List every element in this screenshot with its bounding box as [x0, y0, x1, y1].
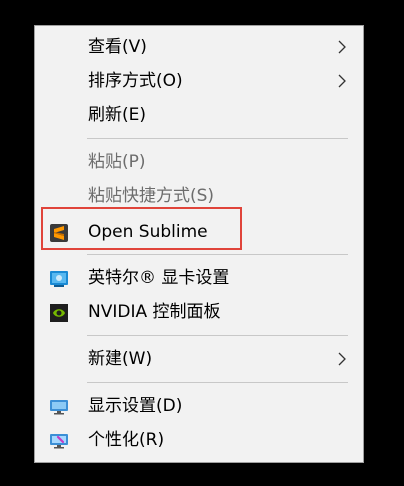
menu-item-label: 英特尔® 显卡设置: [88, 268, 230, 288]
menu-item-label: 刷新(E): [88, 105, 147, 125]
menu-item-intel-graphics[interactable]: 英特尔® 显卡设置: [35, 261, 363, 295]
menu-item-paste-shortcut[interactable]: 粘贴快捷方式(S): [35, 179, 363, 213]
menu-item-paste[interactable]: 粘贴(P): [35, 145, 363, 179]
chevron-right-icon: [338, 40, 346, 54]
menu-item-label: 显示设置(D): [88, 396, 183, 416]
menu-item-label: Open Sublime: [88, 222, 208, 242]
menu-item-label: NVIDIA 控制面板: [88, 302, 221, 322]
menu-item-nvidia-control-panel[interactable]: NVIDIA 控制面板: [35, 295, 363, 329]
menu-separator: [87, 335, 348, 336]
chevron-right-icon: [338, 74, 346, 88]
menu-item-label: 粘贴快捷方式(S): [88, 186, 215, 206]
menu-item-label: 查看(V): [88, 37, 147, 57]
menu-separator: [87, 382, 348, 383]
chevron-right-icon: [338, 352, 346, 366]
menu-separator: [87, 254, 348, 255]
intel-graphics-icon: [50, 271, 68, 287]
menu-item-open-sublime[interactable]: Open Sublime: [35, 215, 363, 249]
context-menu: 查看(V) 排序方式(O) 刷新(E) 粘贴(P) 粘贴快捷方式(S) Open…: [34, 25, 364, 463]
menu-item-label: 排序方式(O): [88, 71, 183, 91]
menu-item-refresh[interactable]: 刷新(E): [35, 98, 363, 132]
menu-item-display-settings[interactable]: 显示设置(D): [35, 389, 363, 423]
personalize-monitor-icon: [50, 434, 68, 449]
nvidia-icon: [50, 304, 68, 322]
menu-item-label: 新建(W): [88, 349, 153, 369]
menu-item-label: 粘贴(P): [88, 152, 146, 172]
sublime-text-icon: [50, 224, 68, 242]
display-monitor-icon: [50, 400, 68, 415]
menu-item-view[interactable]: 查看(V): [35, 30, 363, 64]
menu-separator: [87, 138, 348, 139]
menu-item-sort[interactable]: 排序方式(O): [35, 64, 363, 98]
menu-item-label: 个性化(R): [88, 430, 165, 450]
menu-item-new[interactable]: 新建(W): [35, 342, 363, 376]
menu-item-personalize[interactable]: 个性化(R): [35, 423, 363, 457]
